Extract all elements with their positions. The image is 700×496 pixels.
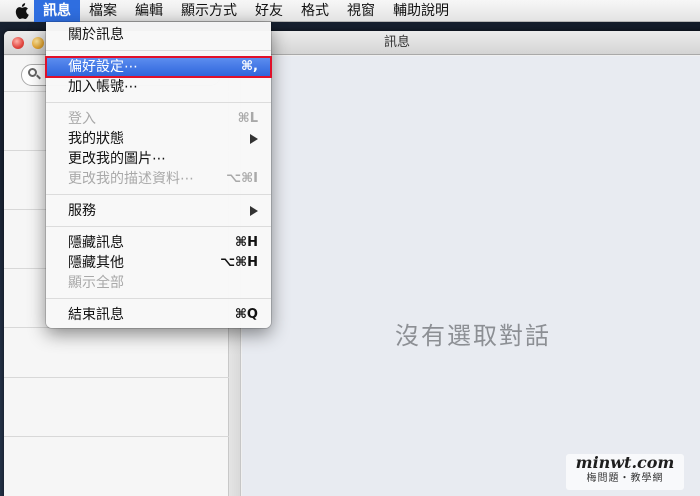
menu-item-services[interactable]: 服務	[46, 201, 271, 221]
menu-edit[interactable]: 編輯	[126, 0, 172, 22]
menu-separator	[46, 194, 271, 195]
conversation-pane: 沒有選取對話	[242, 56, 700, 496]
window-title: 訊息	[384, 35, 411, 50]
menu-item-change-description: 更改我的描述資料⋯ ⌥⌘I	[46, 169, 271, 189]
menu-format[interactable]: 格式	[292, 0, 338, 22]
menu-messages[interactable]: 訊息	[34, 0, 80, 22]
no-conversation-message: 沒有選取對話	[395, 322, 551, 350]
menu-item-label: 加入帳號⋯	[68, 79, 138, 95]
menu-item-shortcut: ⌘,	[241, 59, 258, 74]
menu-separator	[46, 226, 271, 227]
menu-item-label: 服務	[68, 203, 96, 219]
search-icon	[28, 68, 41, 80]
menu-window[interactable]: 視窗	[338, 0, 384, 22]
sidebar-row-divider	[4, 436, 229, 437]
menu-separator	[46, 298, 271, 299]
menu-item-preferences[interactable]: 偏好設定⋯ ⌘,	[45, 56, 272, 78]
menu-item-label: 顯示全部	[68, 275, 124, 291]
menu-item-shortcut: ⌘Q	[234, 307, 258, 322]
menu-item-my-status[interactable]: 我的狀態	[46, 129, 271, 149]
menu-item-login: 登入 ⌘L	[46, 109, 271, 129]
menu-item-shortcut: ⌥⌘I	[226, 171, 258, 186]
menu-item-label: 結束訊息	[68, 307, 124, 323]
menu-item-about[interactable]: 關於訊息	[46, 25, 271, 45]
apple-logo-icon	[15, 2, 29, 19]
site-watermark: minwt.com 梅問題・教學網	[566, 454, 684, 490]
watermark-tagline: 梅問題・教學網	[586, 473, 664, 484]
menu-buddies[interactable]: 好友	[246, 0, 292, 22]
apple-menu[interactable]	[10, 0, 34, 22]
messages-dropdown-menu: 關於訊息 偏好設定⋯ ⌘, 加入帳號⋯ 登入 ⌘L 我的狀態 更改我的圖片⋯ 更…	[45, 22, 272, 328]
submenu-arrow-icon	[250, 206, 258, 216]
minimize-window-button[interactable]	[32, 37, 44, 49]
menu-item-label: 我的狀態	[68, 131, 124, 147]
menu-bar: 訊息 檔案 編輯 顯示方式 好友 格式 視窗 輔助說明	[0, 0, 700, 22]
menu-item-shortcut: ⌘H	[235, 235, 258, 250]
menu-item-label: 登入	[68, 111, 96, 127]
menu-item-label: 關於訊息	[68, 27, 124, 43]
submenu-arrow-icon	[250, 134, 258, 144]
menu-item-show-all: 顯示全部	[46, 273, 271, 293]
menu-view[interactable]: 顯示方式	[172, 0, 246, 22]
watermark-domain: minwt.com	[575, 453, 675, 472]
menu-item-shortcut: ⌥⌘H	[220, 255, 258, 270]
sidebar-row-divider	[4, 377, 229, 378]
menu-item-hide-messages[interactable]: 隱藏訊息 ⌘H	[46, 233, 271, 253]
menu-separator	[46, 50, 271, 51]
menu-item-label: 更改我的描述資料⋯	[68, 171, 194, 187]
menu-item-label: 更改我的圖片⋯	[68, 151, 166, 167]
menu-item-add-account[interactable]: 加入帳號⋯	[46, 77, 271, 97]
close-window-button[interactable]	[12, 37, 24, 49]
menu-item-label: 偏好設定⋯	[68, 59, 138, 75]
menu-separator	[46, 102, 271, 103]
menu-item-hide-others[interactable]: 隱藏其他 ⌥⌘H	[46, 253, 271, 273]
menu-item-quit[interactable]: 結束訊息 ⌘Q	[46, 305, 271, 325]
menu-file[interactable]: 檔案	[80, 0, 126, 22]
menu-item-label: 隱藏其他	[68, 255, 124, 271]
menu-help[interactable]: 輔助說明	[384, 0, 458, 22]
menu-item-label: 隱藏訊息	[68, 235, 124, 251]
menu-item-shortcut: ⌘L	[237, 111, 258, 126]
menu-item-change-picture[interactable]: 更改我的圖片⋯	[46, 149, 271, 169]
